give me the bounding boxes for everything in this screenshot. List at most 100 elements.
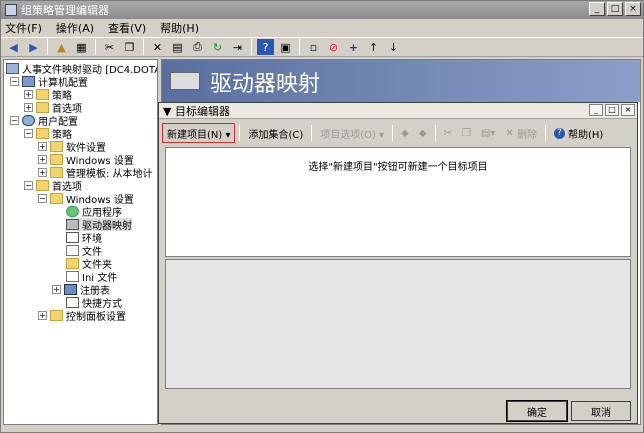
- separator: [434, 125, 436, 141]
- paste-icon[interactable]: ▤▾: [477, 123, 499, 143]
- menu-bar: 文件(F) 操作(A) 查看(V) 帮助(H): [1, 19, 643, 37]
- expand-toggle[interactable]: +: [24, 103, 33, 112]
- dialog-close-button[interactable]: ×: [621, 104, 635, 116]
- help-icon: ?: [553, 127, 565, 139]
- delete-button[interactable]: ✕ 删除: [501, 123, 541, 143]
- cut-icon[interactable]: ✂: [101, 39, 118, 55]
- forward-icon[interactable]: ▶: [25, 39, 42, 55]
- up-folder-icon[interactable]: ▲: [53, 39, 70, 55]
- target-list[interactable]: 选择"新建项目"按钮可新建一个目标项目: [165, 147, 631, 257]
- menu-help[interactable]: 帮助(H): [160, 20, 199, 36]
- folder-icon: [50, 141, 63, 152]
- new-item-button[interactable]: 新建项目(N) ▾: [162, 123, 236, 143]
- folder-icon: [66, 258, 79, 269]
- dialog-toolbar: 新建项目(N) ▾ 添加集合(C) 项目选项(O) ▾ ◆ ◆ ✂ ❐ ▤▾ ✕…: [159, 121, 637, 145]
- expand-toggle[interactable]: +: [38, 311, 47, 320]
- maximize-button[interactable]: □: [607, 2, 623, 16]
- console-icon[interactable]: ▣: [277, 39, 294, 55]
- ok-button[interactable]: 确定: [506, 400, 568, 422]
- folder-icon: [50, 310, 63, 321]
- dialog-title-bar: ▼ 目标编辑器 _ □ ×: [159, 103, 637, 119]
- minimize-button[interactable]: _: [589, 2, 605, 16]
- window-title: 组策略管理编辑器: [21, 4, 109, 17]
- tree-control-panel[interactable]: + 控制面板设置: [38, 309, 126, 323]
- dialog-maximize-button[interactable]: □: [605, 104, 619, 116]
- help-button[interactable]: ? 帮助(H): [550, 123, 607, 143]
- properties-icon[interactable]: ▤: [169, 39, 186, 55]
- add-icon[interactable]: +: [345, 39, 362, 55]
- copy-icon[interactable]: ❐: [121, 39, 138, 55]
- gpo-editor-window: 组策略管理编辑器 _ □ × 文件(F) 操作(A) 查看(V) 帮助(H) ◀…: [0, 0, 644, 433]
- delete-icon[interactable]: ✕: [149, 39, 166, 55]
- expand-toggle[interactable]: +: [38, 168, 47, 177]
- registry-icon: [64, 284, 77, 295]
- title-bar: 组策略管理编辑器 _ □ ×: [1, 1, 643, 19]
- collapse-toggle[interactable]: −: [24, 129, 33, 138]
- move-down-icon[interactable]: ↓: [385, 39, 402, 55]
- folder-icon: [36, 102, 49, 113]
- drive-map-icon: [170, 72, 200, 90]
- folder-icon: [50, 154, 63, 165]
- stop-icon[interactable]: ⊘: [325, 39, 342, 55]
- tree-uc-policy[interactable]: − 策略: [24, 127, 72, 141]
- separator: [239, 125, 241, 141]
- gpo-icon: [6, 63, 19, 74]
- expand-toggle[interactable]: +: [38, 155, 47, 164]
- show-tree-icon[interactable]: ▦: [73, 39, 90, 55]
- apps-icon: [66, 206, 79, 217]
- separator: [95, 39, 96, 55]
- menu-view[interactable]: 查看(V): [108, 20, 146, 36]
- computer-icon: [22, 76, 35, 87]
- drive-icon: [66, 219, 79, 230]
- separator: [544, 125, 546, 141]
- tree-label: 控制面板设置: [66, 312, 126, 323]
- separator: [299, 39, 300, 55]
- collapse-toggle[interactable]: −: [10, 77, 19, 86]
- close-button[interactable]: ×: [625, 2, 641, 16]
- item-options-button[interactable]: 项目选项(O) ▾: [316, 123, 388, 143]
- separator: [143, 39, 144, 55]
- help-icon[interactable]: ?: [257, 39, 274, 55]
- move-up-icon[interactable]: ◆: [397, 123, 413, 143]
- cancel-button[interactable]: 取消: [571, 401, 631, 421]
- add-collection-button[interactable]: 添加集合(C): [244, 123, 307, 143]
- collapse-toggle[interactable]: −: [38, 194, 47, 203]
- expand-toggle[interactable]: +: [38, 142, 47, 151]
- environment-icon: [66, 232, 79, 243]
- export-icon[interactable]: ⇥: [229, 39, 246, 55]
- shortcut-icon: [66, 297, 79, 308]
- app-icon: [5, 4, 17, 16]
- empty-hint: 选择"新建项目"按钮可新建一个目标项目: [308, 162, 488, 173]
- banner-title: 驱动器映射: [210, 72, 321, 97]
- folder-icon: [36, 128, 49, 139]
- menu-file[interactable]: 文件(F): [5, 20, 42, 36]
- back-icon[interactable]: ◀: [5, 39, 22, 55]
- move-down-icon[interactable]: ◆: [415, 123, 431, 143]
- file-icon: [66, 245, 79, 256]
- dialog-minimize-button[interactable]: _: [589, 104, 603, 116]
- folder-icon: [50, 167, 63, 178]
- folder-icon: [36, 180, 49, 191]
- collapse-toggle[interactable]: −: [10, 116, 19, 125]
- print-icon[interactable]: ⎙: [189, 39, 206, 55]
- dialog-title: ▼ 目标编辑器: [163, 104, 230, 118]
- cut-icon[interactable]: ✂: [440, 123, 456, 143]
- delete-icon: ✕: [505, 127, 514, 139]
- tree-computer-config[interactable]: − 计算机配置: [10, 75, 88, 89]
- ini-file-icon: [66, 271, 79, 282]
- separator: [392, 125, 394, 141]
- new-item-icon[interactable]: ▫: [305, 39, 322, 55]
- target-editor-dialog: ▼ 目标编辑器 _ □ × 新建项目(N) ▾ 添加集合(C) 项目选项(O) …: [158, 102, 638, 424]
- collapse-toggle[interactable]: −: [24, 181, 33, 190]
- expand-toggle[interactable]: +: [24, 90, 33, 99]
- move-up-icon[interactable]: ↑: [365, 39, 382, 55]
- menu-action[interactable]: 操作(A): [56, 20, 94, 36]
- refresh-icon[interactable]: ↻: [209, 39, 226, 55]
- folder-icon: [36, 89, 49, 100]
- expand-toggle[interactable]: +: [52, 285, 61, 294]
- copy-icon[interactable]: ❐: [458, 123, 475, 143]
- separator: [47, 39, 48, 55]
- folder-icon: [50, 193, 63, 204]
- target-details-panel: [165, 259, 631, 389]
- user-icon: [22, 115, 35, 126]
